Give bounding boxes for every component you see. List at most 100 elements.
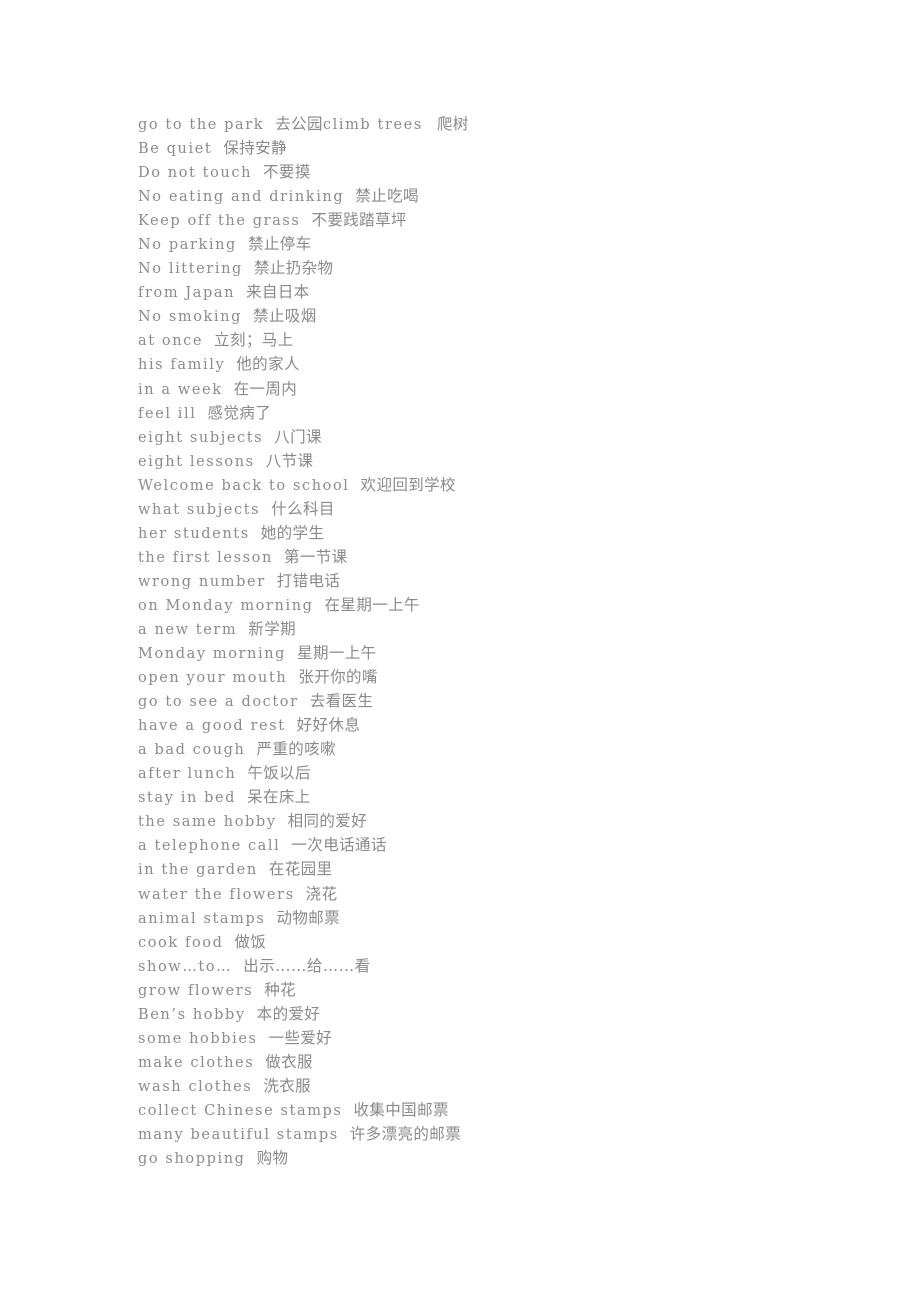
chinese-translation: 做饭	[234, 932, 267, 951]
chinese-translation: 他的家人	[236, 355, 300, 374]
english-phrase: some hobbies	[138, 1030, 258, 1047]
english-phrase: on Monday morning	[138, 597, 314, 614]
english-phrase: Ben’s hobby	[138, 1006, 246, 1023]
vocabulary-line: a new term 新学期	[138, 617, 838, 641]
vocabulary-line: a telephone call 一次电话通话	[138, 833, 838, 857]
english-phrase-secondary: climb trees	[322, 117, 423, 133]
english-phrase: Do not touch	[138, 165, 253, 182]
vocabulary-line: his family 他的家人	[138, 352, 838, 376]
chinese-translation: 去公园	[275, 115, 323, 133]
vocabulary-line: cook food 做饭	[138, 930, 838, 954]
english-phrase: after lunch	[138, 766, 237, 783]
english-phrase: eight subjects	[138, 429, 264, 446]
vocabulary-line: go shopping 购物	[138, 1146, 838, 1170]
chinese-translation: 打错电话	[276, 571, 341, 590]
english-phrase: wrong number	[138, 573, 266, 590]
vocabulary-line: the same hobby 相同的爱好	[138, 809, 838, 833]
english-phrase: grow flowers	[138, 982, 254, 999]
vocabulary-line: have a good rest 好好休息	[138, 713, 838, 737]
english-phrase: have a good rest	[138, 718, 286, 735]
vocabulary-line: No eating and drinking 禁止吃喝	[138, 184, 838, 208]
english-phrase: cook food	[138, 934, 224, 951]
english-phrase: a telephone call	[138, 838, 281, 855]
english-phrase: from Japan	[138, 285, 236, 302]
english-phrase: Monday morning	[138, 646, 287, 663]
chinese-translation: 欢迎回到学校	[360, 475, 456, 494]
english-phrase: Keep off the grass	[138, 213, 301, 230]
chinese-translation: 收集中国邮票	[353, 1100, 449, 1119]
vocabulary-line: wrong number 打错电话	[138, 569, 838, 593]
vocabulary-line: what subjects 什么科目	[138, 497, 838, 521]
vocabulary-line: No littering 禁止扔杂物	[138, 256, 838, 280]
vocabulary-list: go to the park 去公园climb trees 爬树 Be quiet 保持…	[138, 112, 838, 1170]
english-phrase: wash clothes	[138, 1078, 253, 1095]
english-phrase: many beautiful stamps	[138, 1126, 339, 1143]
chinese-translation: 在一周内	[233, 379, 298, 398]
chinese-translation: 她的学生	[260, 523, 325, 542]
chinese-translation: 新学期	[248, 619, 296, 638]
english-phrase: go to see a doctor	[138, 694, 299, 711]
chinese-translation: 立刻；马上	[214, 331, 294, 350]
vocabulary-line: No smoking 禁止吸烟	[138, 304, 838, 328]
chinese-translation: 禁止吸烟	[253, 307, 317, 326]
english-phrase: water the flowers	[138, 886, 295, 903]
english-phrase: Welcome back to school	[138, 477, 350, 494]
english-phrase: a new term	[138, 621, 238, 638]
vocabulary-line: Welcome back to school 欢迎回到学校	[138, 473, 838, 497]
chinese-translation: 感觉病了	[207, 403, 272, 422]
chinese-translation: 第一节课	[283, 547, 348, 566]
document-page: go to the park 去公园climb trees 爬树 Be quiet 保持…	[0, 0, 920, 1302]
vocabulary-line: go to the park 去公园climb trees 爬树	[138, 112, 838, 136]
english-phrase: show…to…	[138, 958, 233, 975]
chinese-translation: 相同的爱好	[287, 812, 368, 831]
english-phrase: go to the park	[138, 117, 265, 133]
english-phrase: his family	[138, 357, 226, 374]
english-phrase: what subjects	[138, 501, 261, 518]
vocabulary-line: in a week 在一周内	[138, 377, 838, 401]
vocabulary-line: Be quiet 保持安静	[138, 136, 838, 160]
vocabulary-line: on Monday morning 在星期一上午	[138, 593, 838, 617]
chinese-translation: 动物邮票	[276, 908, 341, 927]
chinese-translation: 什么科目	[271, 499, 335, 518]
english-phrase: the same hobby	[138, 814, 277, 831]
english-phrase: a bad cough	[138, 742, 246, 759]
vocabulary-line: go to see a doctor 去看医生	[138, 689, 838, 713]
english-phrase: collect Chinese stamps	[138, 1102, 343, 1119]
english-phrase: the first lesson	[138, 549, 273, 566]
vocabulary-line: eight subjects 八门课	[138, 425, 838, 449]
chinese-translation: 八节课	[265, 451, 314, 470]
vocabulary-line: collect Chinese stamps 收集中国邮票	[138, 1098, 838, 1122]
english-phrase: in a week	[138, 381, 223, 398]
english-phrase: Be quiet	[138, 141, 213, 158]
chinese-translation: 保持安静	[223, 139, 287, 158]
chinese-translation: 禁止停车	[247, 235, 312, 254]
english-phrase: make clothes	[138, 1054, 255, 1071]
vocabulary-line: make clothes 做衣服	[138, 1050, 838, 1074]
english-phrase: at once	[138, 333, 204, 350]
vocabulary-line: some hobbies 一些爱好	[138, 1026, 838, 1050]
vocabulary-line: a bad cough 严重的咳嗽	[138, 737, 838, 761]
vocabulary-line: Ben’s hobby 本的爱好	[138, 1002, 838, 1026]
vocabulary-line: No parking 禁止停车	[138, 232, 838, 256]
english-phrase: No parking	[138, 237, 237, 254]
vocabulary-line: the first lesson 第一节课	[138, 545, 838, 569]
chinese-translation: 禁止扔杂物	[253, 259, 334, 278]
chinese-translation-secondary: 爬树	[436, 115, 469, 133]
english-phrase: go shopping	[138, 1151, 246, 1168]
vocabulary-line: eight lessons 八节课	[138, 449, 838, 473]
chinese-translation: 做衣服	[265, 1052, 313, 1071]
vocabulary-line: show…to… 出示……给……看	[138, 954, 838, 978]
chinese-translation: 不要践踏草坪	[311, 211, 407, 230]
english-phrase: No eating and drinking	[138, 189, 345, 206]
chinese-translation: 星期一上午	[297, 644, 377, 663]
english-phrase: open your mouth	[138, 670, 288, 687]
chinese-translation: 出示……给……看	[243, 956, 371, 975]
vocabulary-line: at once 立刻；马上	[138, 328, 838, 352]
chinese-translation: 在花园里	[268, 860, 333, 879]
vocabulary-line: open your mouth 张开你的嘴	[138, 665, 838, 689]
vocabulary-line: feel ill 感觉病了	[138, 401, 838, 425]
english-phrase: No smoking	[138, 309, 242, 326]
vocabulary-line: water the flowers 浇花	[138, 882, 838, 906]
chinese-translation: 一次电话通话	[291, 836, 387, 855]
vocabulary-line: Do not touch 不要摸	[138, 160, 838, 184]
